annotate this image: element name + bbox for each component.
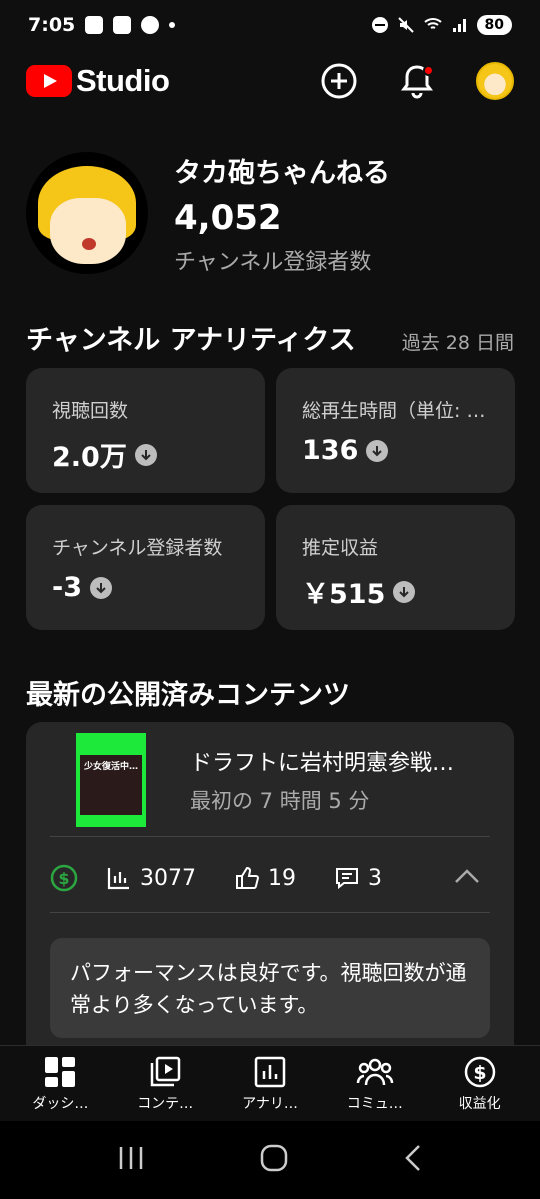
dollar-circle-icon: $ xyxy=(50,864,78,892)
arrow-down-icon xyxy=(393,580,416,603)
plus-circle-icon xyxy=(321,63,357,99)
views-stat: 3077 xyxy=(106,865,196,891)
collapse-button[interactable] xyxy=(454,868,480,888)
metric-label: 総再生時間（単位: … xyxy=(302,400,486,422)
status-bar: 7:05 80 xyxy=(0,0,540,50)
arrow-down-icon xyxy=(90,576,112,599)
analytics-title: チャンネル アナリティクス xyxy=(26,325,356,356)
video-meta: 最初の 7 時間 5 分 xyxy=(190,789,370,813)
video-stats: $ 3077 19 3 xyxy=(50,842,490,914)
app-notification-icon xyxy=(85,16,104,34)
nav-label: ダッシ… xyxy=(32,1095,89,1112)
metric-card-subscribers[interactable]: チャンネル登録者数 -3 xyxy=(26,505,265,630)
account-avatar[interactable] xyxy=(476,62,514,100)
nav-label: コミュ… xyxy=(346,1095,403,1112)
channel-name: タカ砲ちゃんねる xyxy=(174,157,390,189)
dashboard-icon xyxy=(45,1056,76,1087)
views-count: 3077 xyxy=(140,865,196,891)
sports-notification-icon xyxy=(141,16,160,34)
recent-apps-icon xyxy=(119,1147,143,1169)
nav-community[interactable]: コミュ… xyxy=(325,1055,425,1113)
app-title: Studio xyxy=(76,63,170,98)
analytics-icon xyxy=(254,1056,286,1087)
metric-value: -3 xyxy=(52,572,82,603)
nav-analytics[interactable]: アナリ… xyxy=(220,1055,320,1113)
comments-count: 3 xyxy=(368,865,382,891)
notification-dot xyxy=(423,65,434,76)
channel-header: タカ砲ちゃんねる 4,052 チャンネル登録者数 xyxy=(26,148,514,278)
divider xyxy=(50,912,490,913)
back-icon xyxy=(405,1145,420,1171)
bottom-navigation: ダッシ… コンテ… アナリ… コミュ… $ 収益化 xyxy=(0,1045,540,1121)
more-notifications-icon xyxy=(169,22,176,28)
subscriber-count: 4,052 xyxy=(174,197,282,238)
community-icon xyxy=(356,1058,394,1085)
likes-count: 19 xyxy=(268,865,296,891)
dnd-icon xyxy=(371,17,388,33)
analytics-header: チャンネル アナリティクス 過去 28 日間 xyxy=(26,318,514,357)
earn-icon: $ xyxy=(464,1056,495,1087)
arrow-down-icon xyxy=(366,439,389,462)
battery-indicator: 80 xyxy=(476,15,512,35)
nav-dashboard[interactable]: ダッシ… xyxy=(10,1055,110,1113)
app-bar: Studio xyxy=(0,50,540,112)
metric-value: 136 xyxy=(302,435,359,466)
chevron-up-icon xyxy=(455,869,479,883)
performance-message: パフォーマンスは良好です。視聴回数が通常より多くなっています。 xyxy=(50,938,490,1038)
youtube-notification-icon xyxy=(113,16,132,34)
youtube-logo-icon xyxy=(26,65,72,97)
metric-card-views[interactable]: 視聴回数 2.0万 xyxy=(26,368,265,493)
signal-icon xyxy=(452,19,466,32)
arrow-down-icon xyxy=(134,443,157,466)
latest-content-title: 最新の公開済みコンテンツ xyxy=(26,680,350,711)
system-navigation xyxy=(0,1121,540,1199)
video-thumbnail[interactable]: 少女復活中… xyxy=(76,733,146,827)
metric-label: 推定収益 xyxy=(302,537,379,559)
subscriber-label: チャンネル登録者数 xyxy=(174,249,372,275)
metric-label: チャンネル登録者数 xyxy=(52,537,223,559)
status-time: 7:05 xyxy=(28,14,76,36)
video-row[interactable]: 少女復活中… ドラフトに岩村明憲参戦… 最初の 7 時間 5 分 xyxy=(76,732,496,828)
metric-card-revenue[interactable]: 推定収益 ￥515 xyxy=(276,505,515,630)
latest-content-header: 最新の公開済みコンテンツ xyxy=(26,673,514,712)
content-icon xyxy=(150,1056,181,1086)
comments-stat: 3 xyxy=(334,865,382,891)
monetization-status: $ xyxy=(50,864,78,892)
analytics-period: 過去 28 日間 xyxy=(401,332,514,354)
thumbnail-text: 少女復活中… xyxy=(83,762,138,772)
metric-card-watch-time[interactable]: 総再生時間（単位: … 136 xyxy=(276,368,515,493)
metric-value: ￥515 xyxy=(302,579,386,610)
notifications-button[interactable] xyxy=(398,62,436,100)
comment-icon xyxy=(336,868,358,890)
home-icon xyxy=(260,1144,288,1172)
thumbs-up-icon xyxy=(236,866,260,889)
wifi-icon xyxy=(423,18,442,29)
nav-label: 収益化 xyxy=(458,1095,501,1112)
video-title: ドラフトに岩村明憲参戦… xyxy=(190,751,455,776)
svg-text:$: $ xyxy=(473,1062,486,1084)
home-button[interactable] xyxy=(259,1143,289,1177)
svg-text:$: $ xyxy=(58,869,69,888)
mute-icon xyxy=(397,17,414,33)
nav-earn[interactable]: $ 収益化 xyxy=(430,1055,530,1113)
metric-value: 2.0万 xyxy=(52,442,127,473)
latest-content-card: 少女復活中… ドラフトに岩村明憲参戦… 最初の 7 時間 5 分 $ 3077 … xyxy=(26,722,514,1062)
channel-avatar xyxy=(26,152,148,274)
divider xyxy=(50,836,490,837)
back-button[interactable] xyxy=(403,1143,423,1177)
create-button[interactable] xyxy=(320,62,358,100)
recent-apps-button[interactable] xyxy=(117,1145,145,1175)
likes-stat: 19 xyxy=(234,865,296,891)
nav-label: コンテ… xyxy=(137,1095,194,1112)
nav-label: アナリ… xyxy=(242,1095,298,1112)
bar-chart-icon xyxy=(107,868,129,890)
nav-content[interactable]: コンテ… xyxy=(115,1055,215,1113)
metric-label: 視聴回数 xyxy=(52,400,129,422)
